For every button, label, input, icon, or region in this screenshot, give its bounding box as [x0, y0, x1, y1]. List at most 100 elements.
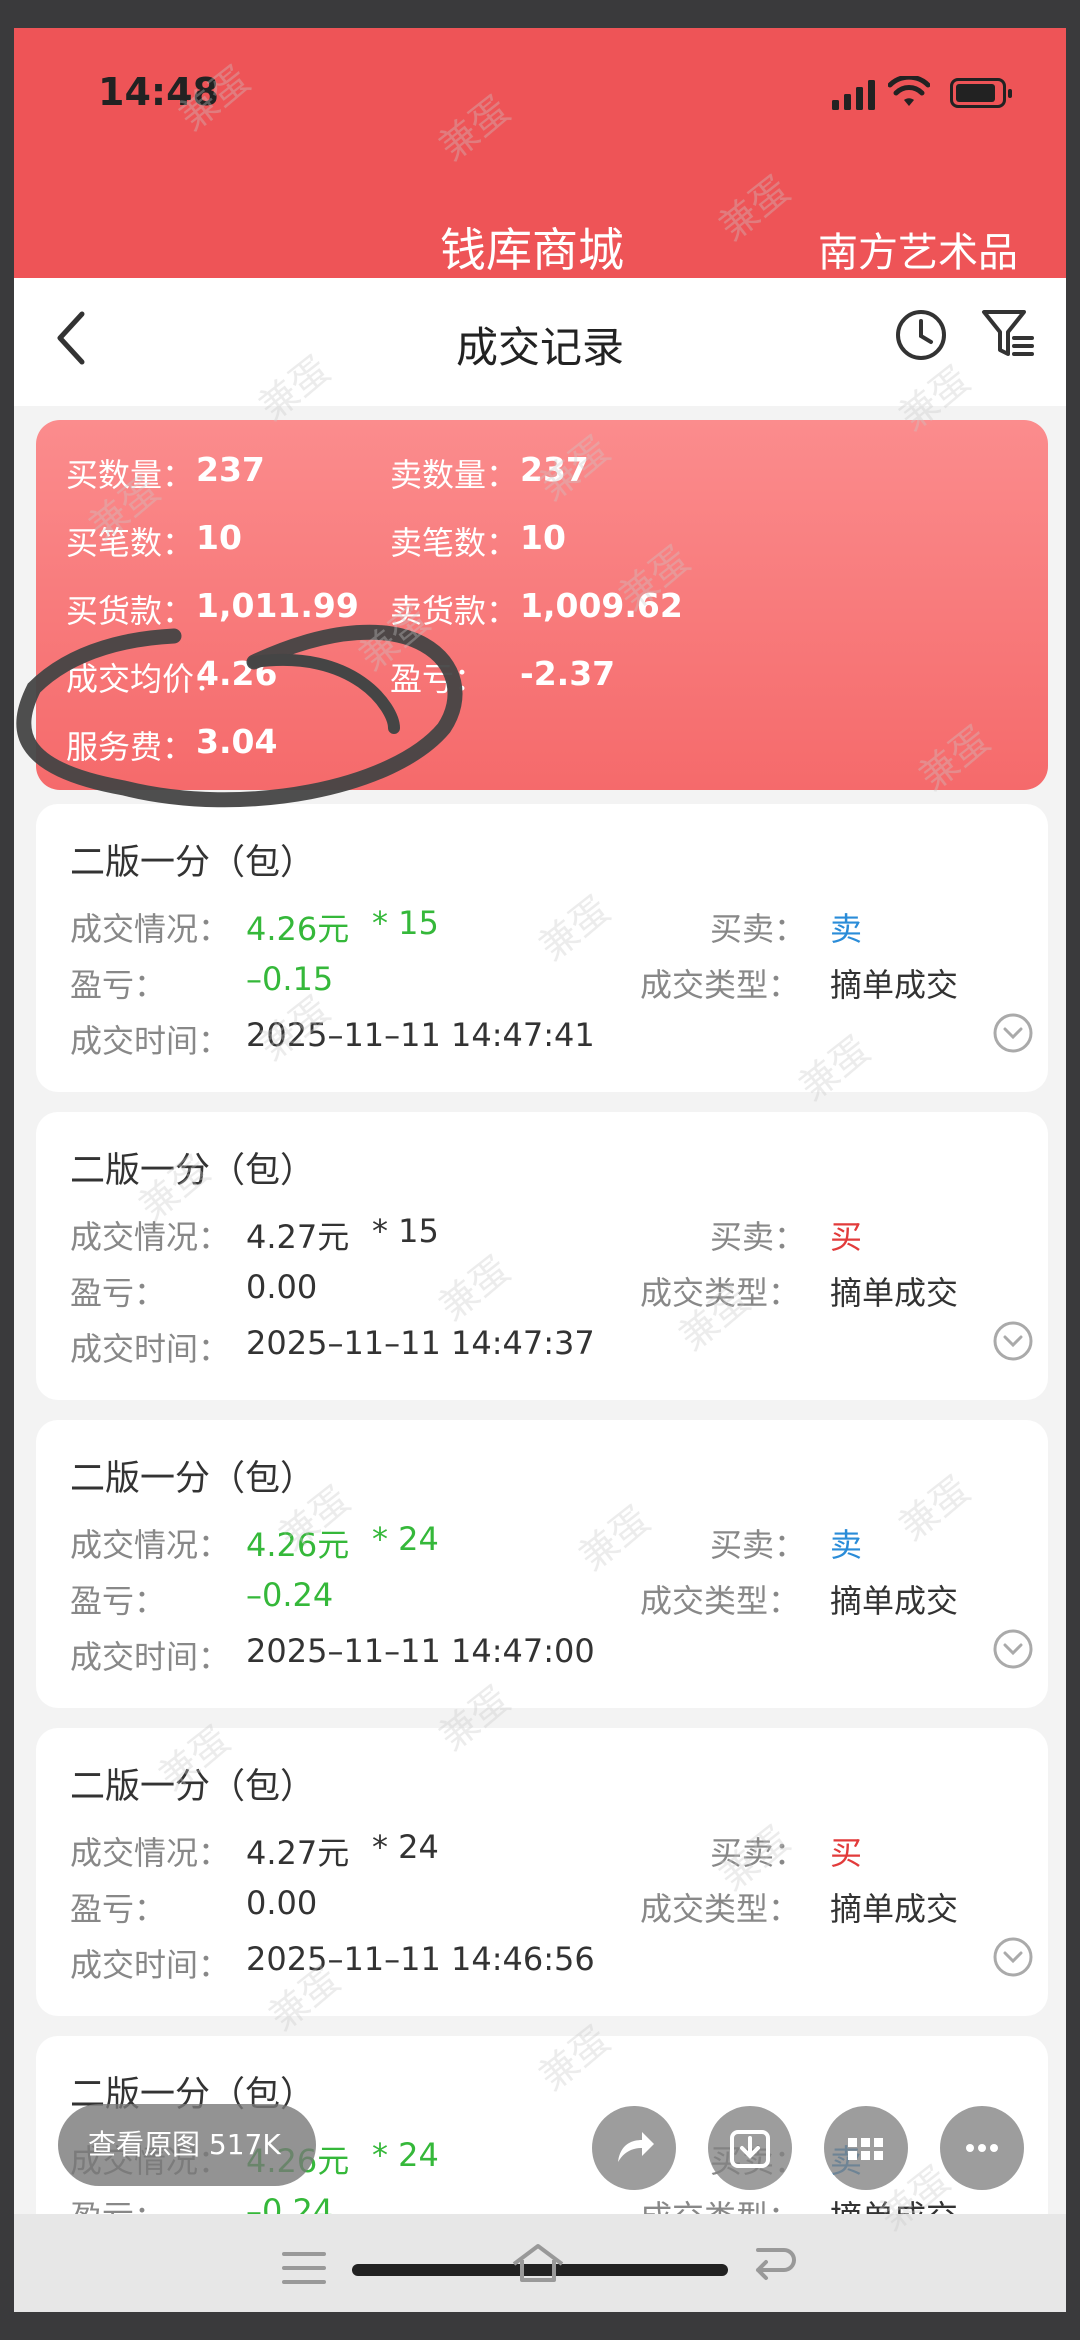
app-title: 钱库商城 — [440, 223, 624, 277]
menu-icon[interactable] — [282, 2250, 326, 2286]
side-label: 买卖： — [710, 1526, 807, 1564]
fee-label: 服务费： — [66, 728, 195, 766]
chevron-down-icon[interactable] — [992, 1320, 1034, 1362]
side-label: 买卖： — [710, 1218, 807, 1256]
side-label: 买卖： — [710, 910, 807, 948]
deal-qty: * 15 — [372, 904, 439, 942]
sell-qty-label: 卖数量： — [390, 456, 519, 494]
time-label: 成交时间： — [70, 1946, 231, 1984]
pnl-label: 盈亏： — [70, 1890, 167, 1928]
pnl-label: 盈亏： — [70, 1274, 167, 1312]
sell-amount-label: 卖货款： — [390, 592, 519, 630]
sell-count-value: 10 — [520, 518, 566, 557]
side-value: 卖 — [830, 910, 863, 948]
time-value: 2025–11–11 14:46:56 — [246, 1940, 595, 1978]
nav-bar: 成交记录 — [14, 278, 1066, 406]
system-nav-bar — [14, 2214, 1066, 2312]
status-bar: 14:48 — [14, 28, 1066, 128]
shop-name[interactable]: 南方艺术品 — [818, 220, 1018, 278]
pnl-value: 0.00 — [246, 1268, 318, 1306]
fee-value: 3.04 — [196, 722, 278, 761]
buy-count-value: 10 — [196, 518, 242, 557]
time-label: 成交时间： — [70, 1022, 231, 1060]
type-value: 摘单成交 — [830, 966, 959, 1004]
more-dots-icon — [966, 2144, 998, 2152]
pnl-label: 盈亏： — [70, 1582, 167, 1620]
battery-icon — [950, 78, 1012, 108]
wifi-icon — [888, 76, 930, 106]
type-label: 成交类型： — [640, 1890, 801, 1928]
grid-icon — [848, 2138, 883, 2160]
pnl-value: –0.15 — [246, 960, 334, 998]
record-title: 二版一分（包） — [70, 1767, 316, 1807]
filter-icon[interactable] — [980, 306, 1036, 362]
view-original-button[interactable]: 查看原图 517K — [58, 2104, 316, 2186]
buy-qty-value: 237 — [196, 450, 265, 489]
deal-price: 4.26元 — [246, 1526, 350, 1564]
time-label: 成交时间： — [70, 1330, 231, 1368]
pnl-label: 盈亏： — [390, 660, 487, 698]
app-header: 钱库商城 南方艺术品 — [14, 128, 1066, 278]
sell-qty-value: 237 — [520, 450, 589, 489]
signal-icon — [832, 80, 875, 110]
type-label: 成交类型： — [640, 1582, 801, 1620]
sell-count-label: 卖笔数： — [390, 524, 519, 562]
chevron-down-icon[interactable] — [992, 1012, 1034, 1054]
deal-label: 成交情况： — [70, 910, 231, 948]
share-arrow-icon — [618, 2132, 654, 2162]
trade-record-card[interactable]: 二版一分（包） 成交情况： 4.26元 * 15 买卖： 卖 盈亏： –0.15… — [36, 804, 1048, 1092]
deal-label: 成交情况： — [70, 1526, 231, 1564]
pnl-label: 盈亏： — [70, 966, 167, 1004]
pnl-value: –0.24 — [246, 1576, 334, 1614]
pnl-value: -2.37 — [520, 654, 616, 693]
time-value: 2025–11–11 14:47:41 — [246, 1016, 595, 1054]
side-value: 买 — [830, 1218, 863, 1256]
buy-amount-label: 买货款： — [66, 592, 195, 630]
type-value: 摘单成交 — [830, 1582, 959, 1620]
record-title: 二版一分（包） — [70, 1151, 316, 1191]
deal-qty: * 15 — [372, 1212, 439, 1250]
type-label: 成交类型： — [640, 966, 801, 1004]
deal-qty: * 24 — [372, 1520, 439, 1558]
record-title: 二版一分（包） — [70, 843, 316, 883]
deal-qty: * 24 — [372, 1828, 439, 1866]
deal-price: 4.27元 — [246, 1834, 350, 1872]
chevron-down-icon[interactable] — [992, 1936, 1034, 1978]
deal-price: 4.27元 — [246, 1218, 350, 1256]
pnl-value: 0.00 — [246, 1884, 318, 1922]
deal-label: 成交情况： — [70, 1218, 231, 1256]
download-button[interactable] — [708, 2106, 792, 2190]
side-value: 买 — [830, 1834, 863, 1872]
time-label: 成交时间： — [70, 1638, 231, 1676]
side-value: 卖 — [830, 1526, 863, 1564]
sell-amount-value: 1,009.62 — [520, 586, 683, 625]
phone-screen: 14:48 钱库商城 南方艺术品 成交记录 买数量： 237 卖数量： 237 … — [14, 28, 1066, 2312]
trade-record-card[interactable]: 二版一分（包） 成交情况： 4.26元 * 24 买卖： 卖 盈亏： –0.24… — [36, 1420, 1048, 1708]
side-label: 买卖： — [710, 1834, 807, 1872]
back-return-icon[interactable] — [748, 2244, 796, 2286]
chevron-down-icon[interactable] — [992, 1628, 1034, 1670]
download-icon — [730, 2130, 770, 2168]
trade-record-card[interactable]: 二版一分（包） 成交情况： 4.27元 * 15 买卖： 买 盈亏： 0.00 … — [36, 1112, 1048, 1400]
type-label: 成交类型： — [640, 1274, 801, 1312]
type-value: 摘单成交 — [830, 1274, 959, 1312]
deal-label: 成交情况： — [70, 1834, 231, 1872]
buy-amount-value: 1,011.99 — [196, 586, 359, 625]
grid-menu-button[interactable] — [824, 2106, 908, 2190]
summary-card: 买数量： 237 卖数量： 237 买笔数： 10 卖笔数： 10 买货款： 1… — [36, 420, 1048, 790]
deal-qty: * 24 — [372, 2136, 439, 2174]
deal-price: 4.26元 — [246, 910, 350, 948]
buy-qty-label: 买数量： — [66, 456, 195, 494]
more-button[interactable] — [940, 2106, 1024, 2190]
record-title: 二版一分（包） — [70, 1459, 316, 1499]
trade-record-card[interactable]: 二版一分（包） 成交情况： 4.27元 * 24 买卖： 买 盈亏： 0.00 … — [36, 1728, 1048, 2016]
time-value: 2025–11–11 14:47:00 — [246, 1632, 595, 1670]
buy-count-label: 买笔数： — [66, 524, 195, 562]
time-value: 2025–11–11 14:47:37 — [246, 1324, 595, 1362]
history-clock-icon[interactable] — [894, 308, 948, 362]
home-icon[interactable] — [510, 2242, 566, 2284]
share-button[interactable] — [592, 2106, 676, 2190]
status-time: 14:48 — [98, 70, 219, 114]
type-value: 摘单成交 — [830, 1890, 959, 1928]
avg-price-value: 4.26 — [196, 654, 278, 693]
